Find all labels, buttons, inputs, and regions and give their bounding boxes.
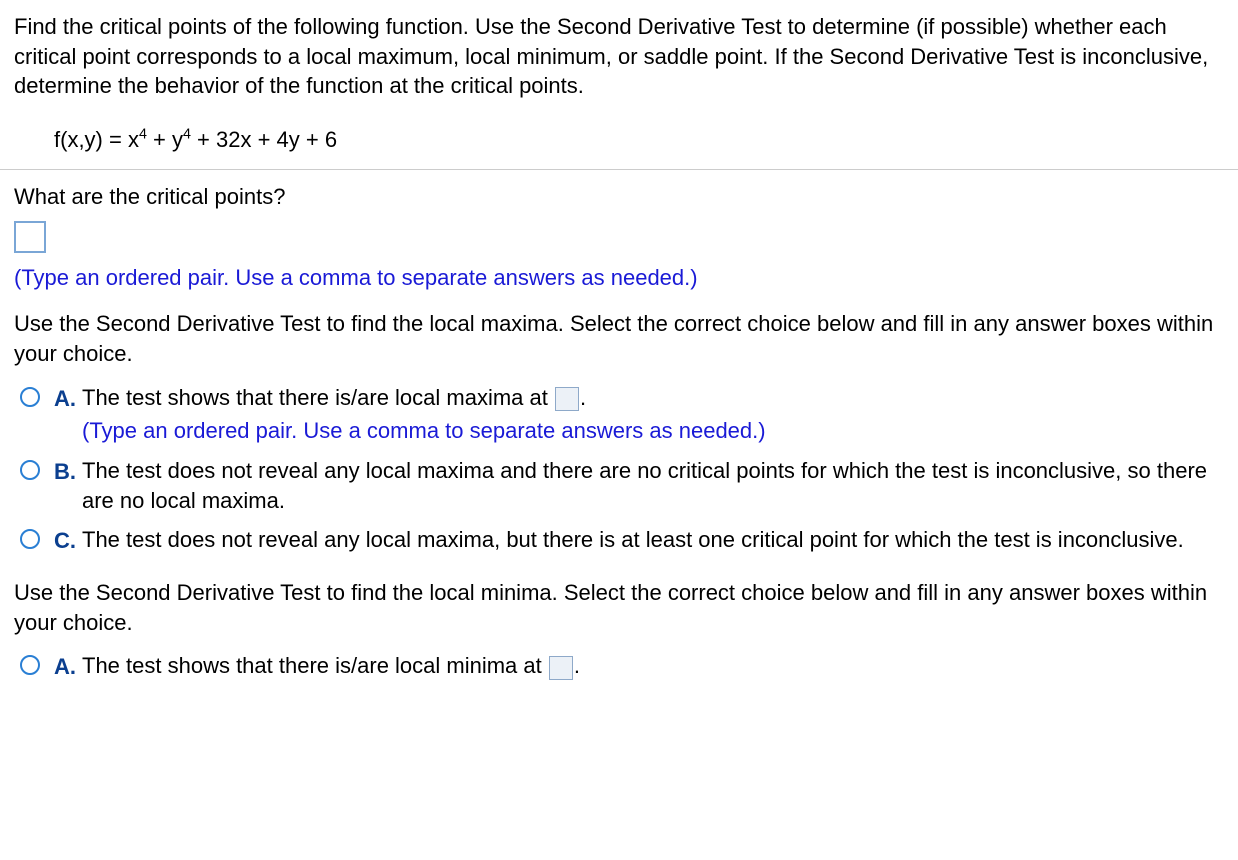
choice-letter: C. bbox=[54, 526, 82, 556]
maxima-choice-b[interactable]: B. The test does not reveal any local ma… bbox=[20, 456, 1224, 515]
maxima-a-post: . bbox=[580, 385, 586, 410]
choice-letter: B. bbox=[54, 457, 82, 487]
problem-intro: Find the critical points of the followin… bbox=[14, 12, 1224, 101]
divider bbox=[0, 169, 1238, 170]
maxima-instruction: Use the Second Derivative Test to find t… bbox=[14, 309, 1224, 368]
minima-a-post: . bbox=[574, 653, 580, 678]
critical-points-input[interactable] bbox=[14, 221, 46, 253]
choice-letter: A. bbox=[54, 652, 82, 682]
minima-instruction: Use the Second Derivative Test to find t… bbox=[14, 578, 1224, 637]
minima-choice-a[interactable]: A. The test shows that there is/are loca… bbox=[20, 651, 1224, 682]
formula: f(x,y) = x4 + y4 + 32x + 4y + 6 bbox=[14, 121, 1224, 169]
formula-exp2: 4 bbox=[183, 127, 191, 143]
critical-points-prompt: What are the critical points? bbox=[14, 182, 1224, 212]
maxima-choice-c[interactable]: C. The test does not reveal any local ma… bbox=[20, 525, 1224, 556]
minima-a-pre: The test shows that there is/are local m… bbox=[82, 653, 548, 678]
radio-icon[interactable] bbox=[20, 387, 40, 407]
maxima-c-text: The test does not reveal any local maxim… bbox=[82, 525, 1224, 555]
formula-lhs: f(x,y) = x bbox=[54, 127, 139, 152]
maxima-choice-a[interactable]: A. The test shows that there is/are loca… bbox=[20, 383, 1224, 446]
maxima-b-text: The test does not reveal any local maxim… bbox=[82, 456, 1224, 515]
maxima-a-input[interactable] bbox=[555, 387, 579, 411]
minima-a-input[interactable] bbox=[549, 656, 573, 680]
choice-letter: A. bbox=[54, 384, 82, 414]
maxima-a-pre: The test shows that there is/are local m… bbox=[82, 385, 554, 410]
radio-icon[interactable] bbox=[20, 529, 40, 549]
formula-plus-y: + y bbox=[147, 127, 183, 152]
radio-icon[interactable] bbox=[20, 460, 40, 480]
maxima-a-hint: (Type an ordered pair. Use a comma to se… bbox=[82, 416, 1224, 446]
critical-points-hint: (Type an ordered pair. Use a comma to se… bbox=[14, 263, 1224, 293]
formula-exp1: 4 bbox=[139, 127, 147, 143]
formula-tail: + 32x + 4y + 6 bbox=[191, 127, 337, 152]
radio-icon[interactable] bbox=[20, 655, 40, 675]
